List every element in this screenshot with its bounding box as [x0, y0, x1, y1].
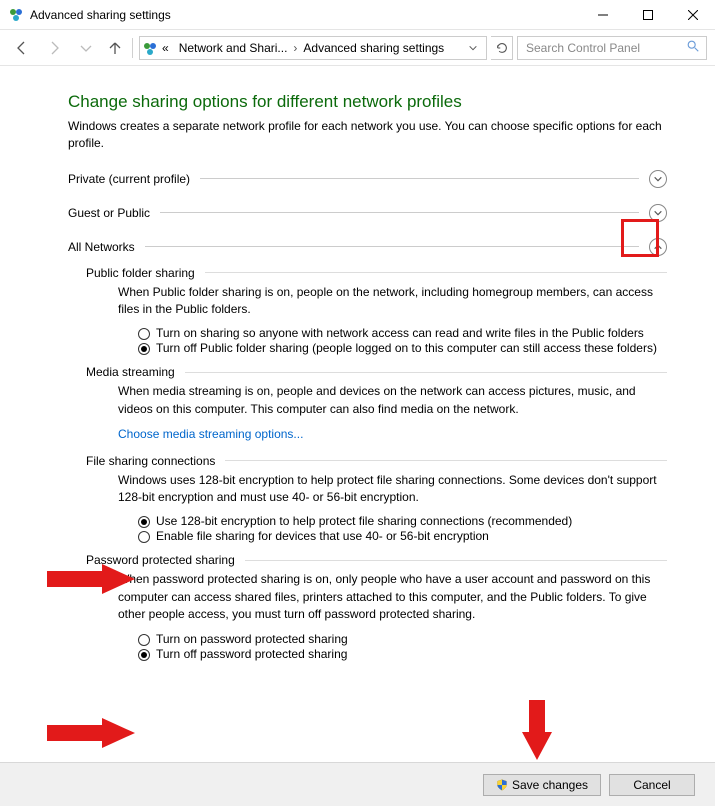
breadcrumb-network[interactable]: Network and Shari... [175, 41, 292, 55]
pfs-radio-group: Turn on sharing so anyone with network a… [138, 326, 667, 355]
profile-guest-label: Guest or Public [68, 206, 150, 220]
shield-icon [496, 779, 508, 791]
cancel-button[interactable]: Cancel [609, 774, 695, 796]
minimize-button[interactable] [580, 0, 625, 30]
cancel-label: Cancel [633, 778, 670, 792]
section-public-folder-label: Public folder sharing [86, 266, 195, 280]
content-area: Change sharing options for different net… [0, 66, 715, 762]
media-link-row: Choose media streaming options... [118, 426, 667, 443]
footer: Save changes Cancel [0, 762, 715, 806]
rule [160, 212, 639, 213]
save-changes-button[interactable]: Save changes [483, 774, 601, 796]
section-pps: Password protected sharing [86, 553, 667, 567]
page-heading: Change sharing options for different net… [68, 92, 667, 112]
section-media-label: Media streaming [86, 365, 175, 379]
breadcrumb-root[interactable]: « [158, 41, 173, 55]
media-streaming-link[interactable]: Choose media streaming options... [118, 427, 303, 441]
refresh-button[interactable] [491, 36, 513, 60]
radio-icon[interactable] [138, 634, 150, 646]
section-fsc-label: File sharing connections [86, 454, 215, 468]
breadcrumb-advanced[interactable]: Advanced sharing settings [299, 41, 448, 55]
profile-all-networks[interactable]: All Networks [68, 238, 667, 256]
address-dropdown[interactable] [462, 37, 484, 59]
pps-off-label: Turn off password protected sharing [156, 647, 347, 661]
maximize-button[interactable] [625, 0, 670, 30]
chevron-down-icon[interactable] [649, 204, 667, 222]
fsc-128-label: Use 128-bit encryption to help protect f… [156, 514, 572, 528]
navbar: « Network and Shari... › Advanced sharin… [0, 30, 715, 66]
pps-on-option[interactable]: Turn on password protected sharing [138, 632, 667, 646]
pps-on-label: Turn on password protected sharing [156, 632, 348, 646]
page-subtitle: Windows creates a separate network profi… [68, 118, 667, 152]
radio-checked-icon[interactable] [138, 343, 150, 355]
up-button[interactable] [104, 36, 126, 60]
profile-private-label: Private (current profile) [68, 172, 190, 186]
window-title: Advanced sharing settings [30, 8, 171, 22]
nav-separator [132, 38, 133, 58]
section-fsc: File sharing connections [86, 454, 667, 468]
app-icon [8, 7, 24, 23]
fsc-40-label: Enable file sharing for devices that use… [156, 529, 489, 543]
radio-icon[interactable] [138, 531, 150, 543]
pfs-off-label: Turn off Public folder sharing (people l… [156, 341, 657, 355]
section-public-folder: Public folder sharing [86, 266, 667, 280]
chevron-down-icon[interactable] [649, 170, 667, 188]
fsc-128-option[interactable]: Use 128-bit encryption to help protect f… [138, 514, 667, 528]
fsc-radio-group: Use 128-bit encryption to help protect f… [138, 514, 667, 543]
window-controls [580, 0, 715, 30]
search-input[interactable] [524, 40, 686, 56]
section-pps-label: Password protected sharing [86, 553, 235, 567]
section-media: Media streaming [86, 365, 667, 379]
save-changes-label: Save changes [512, 778, 588, 792]
pfs-on-option[interactable]: Turn on sharing so anyone with network a… [138, 326, 667, 340]
titlebar: Advanced sharing settings [0, 0, 715, 30]
section-pps-desc: When password protected sharing is on, o… [118, 571, 667, 623]
profile-guest[interactable]: Guest or Public [68, 204, 667, 222]
pfs-on-label: Turn on sharing so anyone with network a… [156, 326, 644, 340]
close-button[interactable] [670, 0, 715, 30]
section-media-desc: When media streaming is on, people and d… [118, 383, 667, 418]
forward-button[interactable] [40, 36, 68, 60]
profile-all-label: All Networks [68, 240, 135, 254]
back-button[interactable] [8, 36, 36, 60]
fsc-40-option[interactable]: Enable file sharing for devices that use… [138, 529, 667, 543]
radio-checked-icon[interactable] [138, 649, 150, 661]
address-icon [142, 41, 156, 55]
profile-private[interactable]: Private (current profile) [68, 170, 667, 188]
chevron-up-icon[interactable] [649, 238, 667, 256]
rule [145, 246, 639, 247]
radio-icon[interactable] [138, 328, 150, 340]
search-box[interactable] [517, 36, 707, 60]
pps-radio-group: Turn on password protected sharing Turn … [138, 632, 667, 661]
pps-off-option[interactable]: Turn off password protected sharing [138, 647, 667, 661]
section-fsc-desc: Windows uses 128-bit encryption to help … [118, 472, 667, 507]
pfs-off-option[interactable]: Turn off Public folder sharing (people l… [138, 341, 667, 355]
rule [200, 178, 639, 179]
chevron-right-icon: › [293, 41, 297, 55]
search-icon [686, 39, 700, 56]
address-bar[interactable]: « Network and Shari... › Advanced sharin… [139, 36, 487, 60]
radio-checked-icon[interactable] [138, 516, 150, 528]
section-public-folder-desc: When Public folder sharing is on, people… [118, 284, 667, 319]
recent-dropdown[interactable] [72, 36, 100, 60]
